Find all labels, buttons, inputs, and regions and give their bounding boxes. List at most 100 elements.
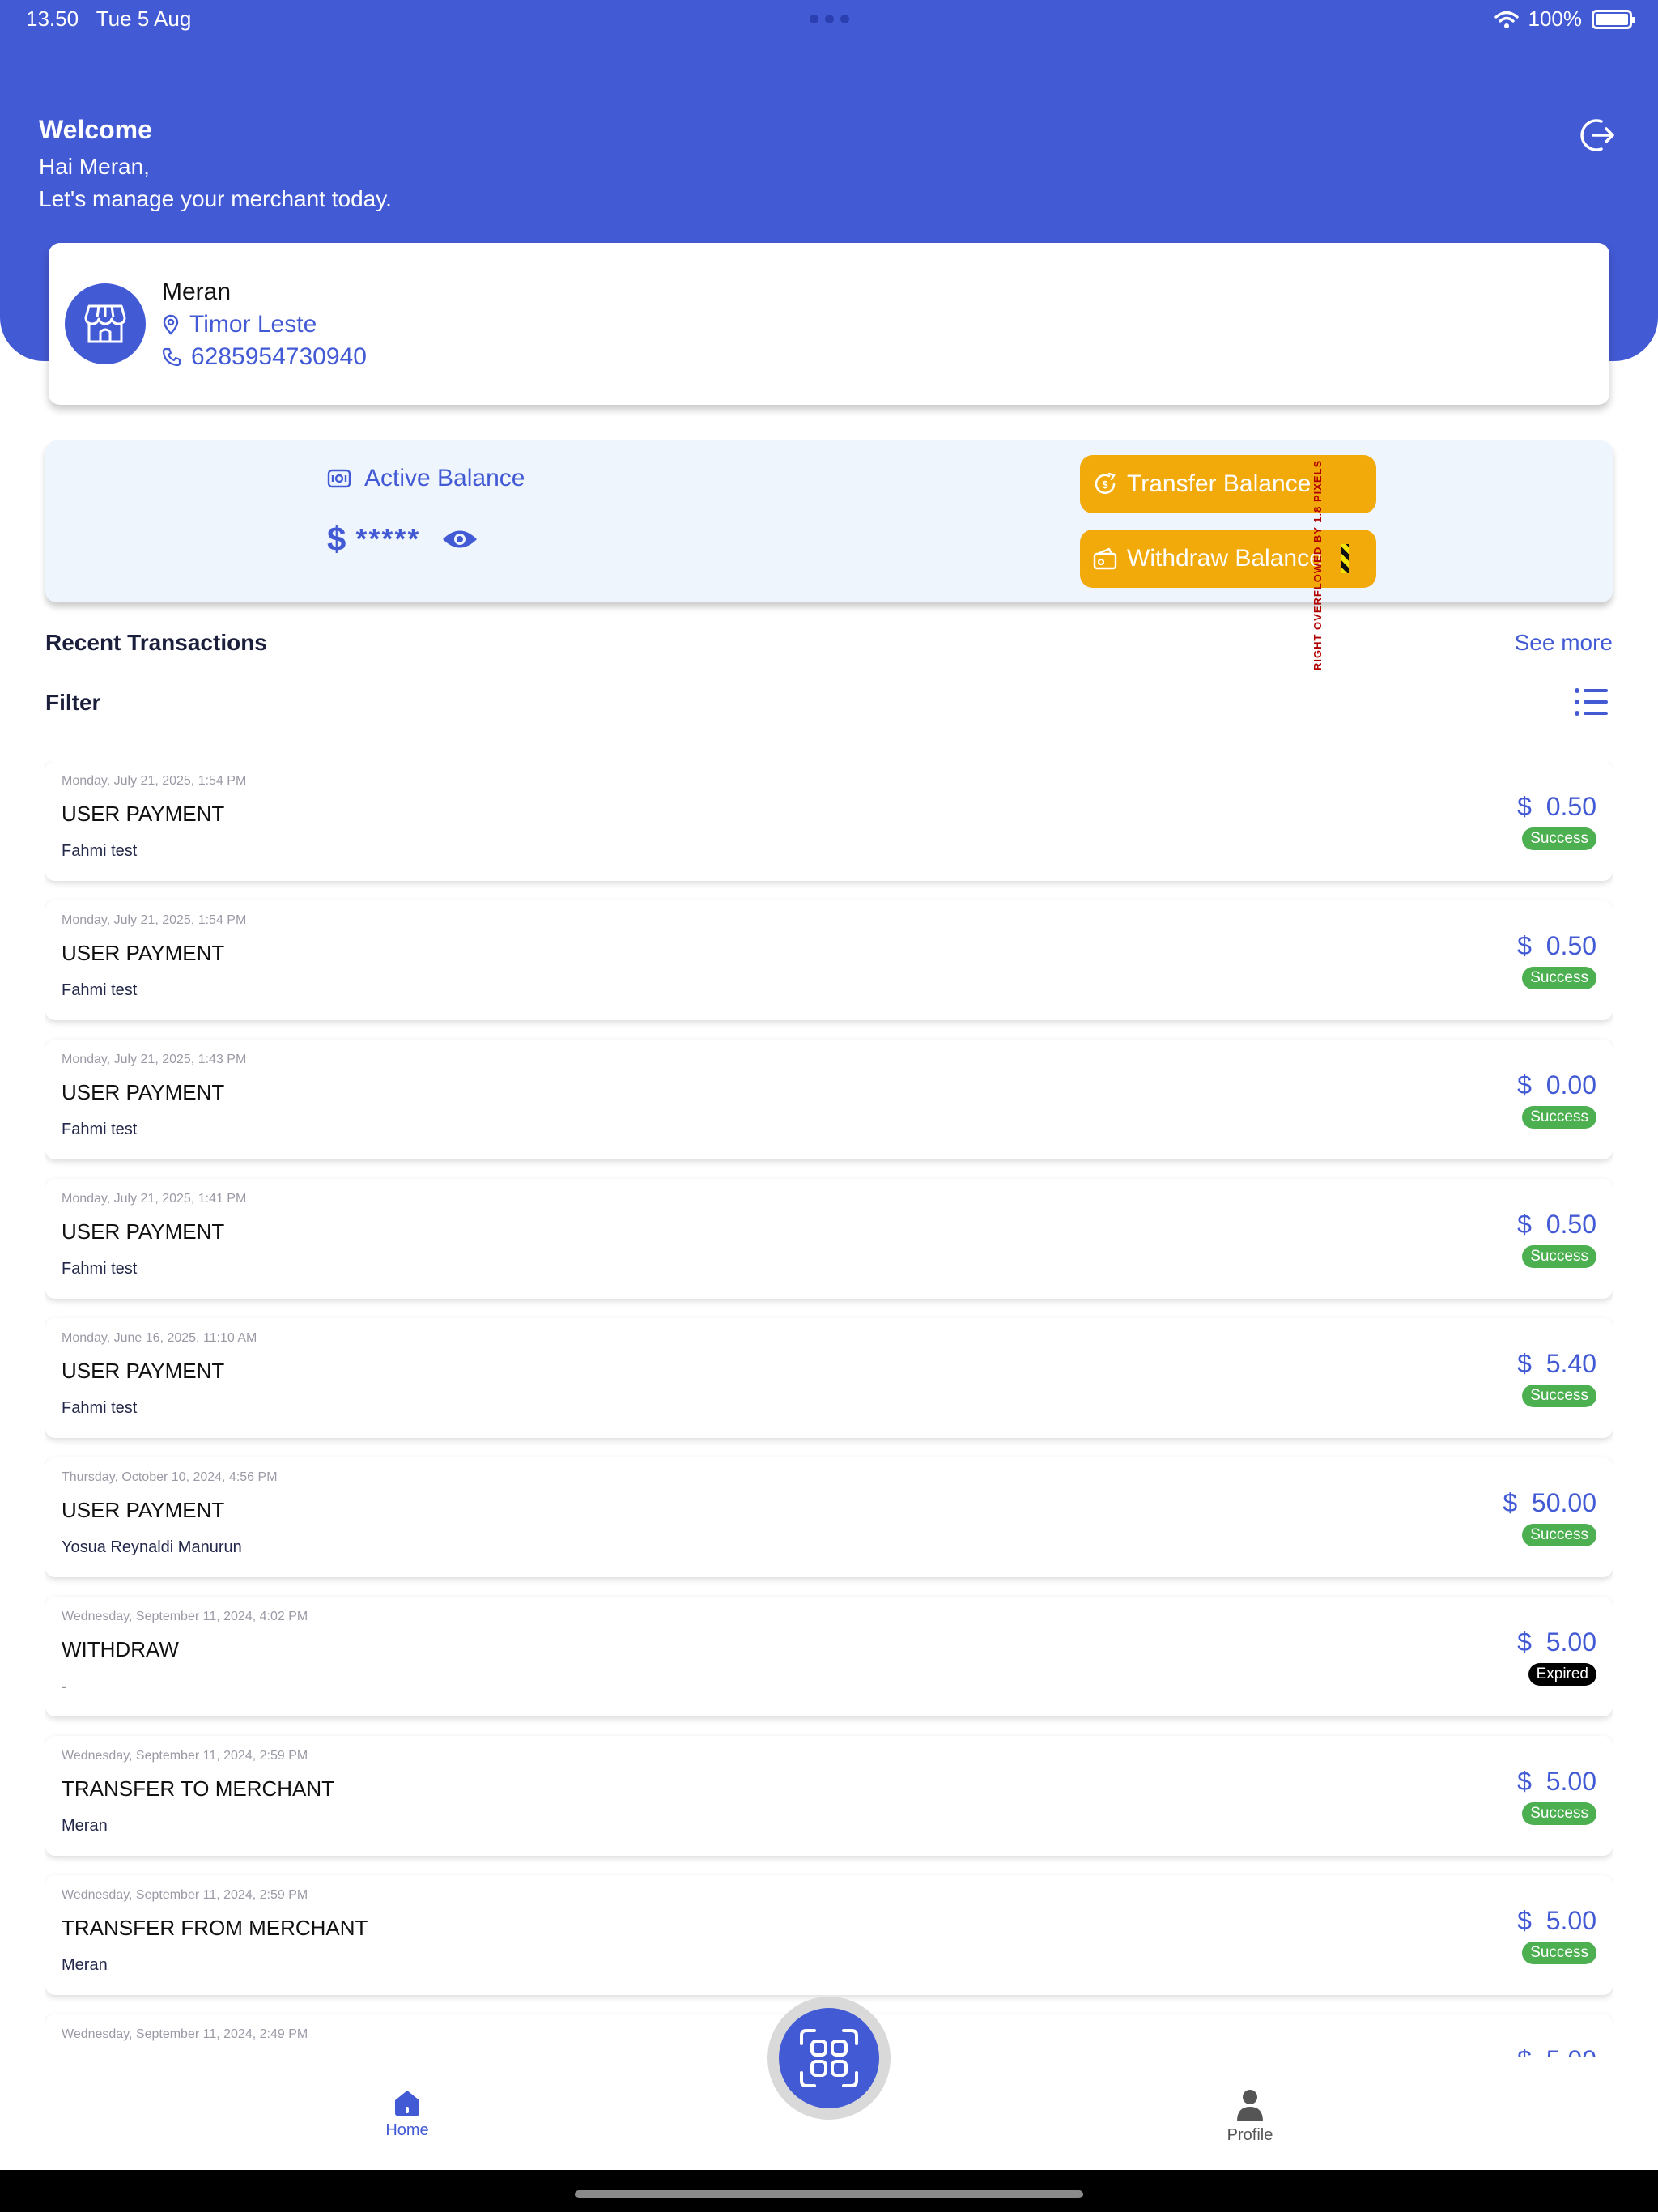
currency-symbol: $ <box>327 520 346 558</box>
greeting-text: Hai Meran, <box>39 154 150 179</box>
transaction-card[interactable]: Monday, July 21, 2025, 1:43 PM USER PAYM… <box>45 1040 1613 1159</box>
transaction-type: TRANSFER TO MERCHANT <box>62 1776 335 1801</box>
balance-value: $ ***** <box>327 520 478 559</box>
transaction-card[interactable]: Wednesday, September 11, 2024, 2:59 PM T… <box>45 1875 1613 1995</box>
transaction-amount: $ 0.50 <box>1517 931 1596 960</box>
transaction-amount: $ 0.50 <box>1517 1210 1596 1239</box>
transaction-type: USER PAYMENT <box>62 1219 225 1244</box>
transaction-date: Wednesday, September 11, 2024, 4:02 PM <box>62 1610 308 1623</box>
merchant-phone: 6285954730940 <box>162 343 367 371</box>
transaction-date: Thursday, October 10, 2024, 4:56 PM <box>62 1470 278 1484</box>
welcome-title: Welcome <box>39 115 152 144</box>
status-badge: Success <box>1522 1942 1596 1964</box>
battery-percent: 100% <box>1528 6 1583 31</box>
merchant-name: Meran <box>162 279 232 305</box>
logout-icon <box>1580 119 1614 151</box>
merchant-card: Meran Timor Leste 6285954730940 <box>49 243 1609 405</box>
balance-card: Active Balance $ ***** $ Transfer Balanc… <box>45 440 1613 602</box>
transaction-card[interactable]: Wednesday, September 11, 2024, 4:02 PM W… <box>45 1597 1613 1716</box>
subtitle-text: Let's manage your merchant today. <box>39 186 392 211</box>
transaction-type: USER PAYMENT <box>62 941 225 965</box>
profile-icon <box>1237 2090 1263 2121</box>
transaction-type: USER PAYMENT <box>62 1359 225 1383</box>
transaction-date: Wednesday, September 11, 2024, 2:49 PM <box>62 2027 308 2041</box>
nav-home[interactable]: Home <box>359 2089 456 2140</box>
transaction-party: Yosua Reynaldi Manurun <box>62 1538 242 1556</box>
transaction-party: Fahmi test <box>62 1399 138 1417</box>
location-pin-icon <box>163 314 179 335</box>
transaction-amount: $ 0.00 <box>1517 1070 1596 1100</box>
transaction-party: Fahmi test <box>62 1121 138 1138</box>
svg-text:$: $ <box>1102 479 1108 491</box>
transaction-type: WITHDRAW <box>62 1637 179 1661</box>
status-time: 13.50 Tue 5 Aug <box>26 6 192 31</box>
eye-icon <box>443 530 478 548</box>
status-badge: Success <box>1522 1524 1596 1546</box>
status-badge: Success <box>1522 967 1596 989</box>
overflow-stripe <box>1341 544 1349 573</box>
battery-icon <box>1592 9 1635 29</box>
transaction-date: Monday, July 21, 2025, 1:54 PM <box>62 774 247 788</box>
transaction-party: Fahmi test <box>62 1260 138 1278</box>
store-icon <box>84 304 126 343</box>
wifi-icon <box>1494 11 1519 28</box>
transaction-date: Monday, June 16, 2025, 11:10 AM <box>62 1331 257 1345</box>
toggle-visibility-button[interactable] <box>441 527 478 551</box>
transaction-date: Wednesday, September 11, 2024, 2:59 PM <box>62 1749 308 1763</box>
masked-balance: ***** <box>355 522 421 555</box>
filter-label: Filter <box>45 690 101 715</box>
status-badge: Success <box>1522 1385 1596 1407</box>
transaction-type: USER PAYMENT <box>62 1498 225 1522</box>
wallet-icon <box>327 469 351 488</box>
merchant-avatar <box>65 283 146 364</box>
transaction-card[interactable]: Thursday, October 10, 2024, 4:56 PM USER… <box>45 1457 1613 1577</box>
logout-button[interactable] <box>1577 115 1618 155</box>
status-badge: Success <box>1522 1106 1596 1129</box>
home-icon <box>395 2091 419 2116</box>
list-filter-icon <box>1575 688 1608 716</box>
transaction-party: Fahmi test <box>62 981 138 999</box>
transaction-amount: $ 5.00 <box>1517 1627 1596 1657</box>
transaction-type: USER PAYMENT <box>62 1080 225 1104</box>
transaction-card[interactable]: Monday, July 21, 2025, 1:41 PM USER PAYM… <box>45 1179 1613 1299</box>
status-badge: Success <box>1522 1245 1596 1268</box>
phone-icon <box>162 347 181 367</box>
see-more-link[interactable]: See more <box>1515 630 1613 656</box>
status-bar: 13.50 Tue 5 Aug 100% <box>0 0 1658 40</box>
transaction-date: Monday, July 21, 2025, 1:54 PM <box>62 913 247 927</box>
transaction-date: Monday, July 21, 2025, 1:41 PM <box>62 1192 247 1206</box>
transaction-type: TRANSFER FROM MERCHANT <box>62 1916 368 1940</box>
filter-button[interactable] <box>1574 687 1609 717</box>
transfer-balance-button[interactable]: $ Transfer Balance <box>1080 455 1376 513</box>
home-indicator[interactable] <box>575 2190 1083 2198</box>
transaction-amount: $ 5.00 <box>1517 1767 1596 1796</box>
overflow-warning: RIGHT OVERFLOWED BY 1.8 PIXELS <box>1312 459 1324 670</box>
transaction-amount: $ 5.00 <box>1517 1906 1596 1935</box>
status-badge: Success <box>1522 1802 1596 1825</box>
transaction-party: - <box>62 1678 67 1695</box>
nav-profile[interactable]: Profile <box>1201 2089 1299 2145</box>
transaction-type: USER PAYMENT <box>62 802 225 826</box>
transaction-amount: $ 5.00 <box>1517 2045 1596 2057</box>
withdraw-wallet-icon <box>1093 547 1117 570</box>
withdraw-balance-button[interactable]: Withdraw Balance <box>1080 530 1376 588</box>
transaction-amount: $ 5.40 <box>1517 1349 1596 1378</box>
scan-qr-button[interactable] <box>779 2008 879 2108</box>
status-indicators: 100% <box>1494 6 1635 32</box>
active-balance-label: Active Balance <box>327 465 525 492</box>
transaction-party: Meran <box>62 1956 108 1974</box>
status-badge: Expired <box>1528 1663 1596 1686</box>
transaction-list: Monday, July 21, 2025, 1:54 PM USER PAYM… <box>45 761 1613 2057</box>
qr-scan-icon <box>800 2029 858 2087</box>
merchant-location: Timor Leste <box>162 311 317 338</box>
transaction-amount: $ 50.00 <box>1503 1488 1596 1517</box>
transfer-coin-icon: $ <box>1095 472 1116 495</box>
recent-transactions-title: Recent Transactions <box>45 630 267 655</box>
transaction-card[interactable]: Monday, June 16, 2025, 11:10 AM USER PAY… <box>45 1318 1613 1438</box>
multitasking-dots-icon[interactable] <box>810 15 849 23</box>
transaction-card[interactable]: Monday, July 21, 2025, 1:54 PM USER PAYM… <box>45 761 1613 881</box>
transaction-card[interactable]: Monday, July 21, 2025, 1:54 PM USER PAYM… <box>45 900 1613 1020</box>
transaction-date: Wednesday, September 11, 2024, 2:59 PM <box>62 1888 308 1902</box>
transaction-card[interactable]: Wednesday, September 11, 2024, 2:59 PM T… <box>45 1736 1613 1856</box>
transaction-date: Monday, July 21, 2025, 1:43 PM <box>62 1053 247 1066</box>
